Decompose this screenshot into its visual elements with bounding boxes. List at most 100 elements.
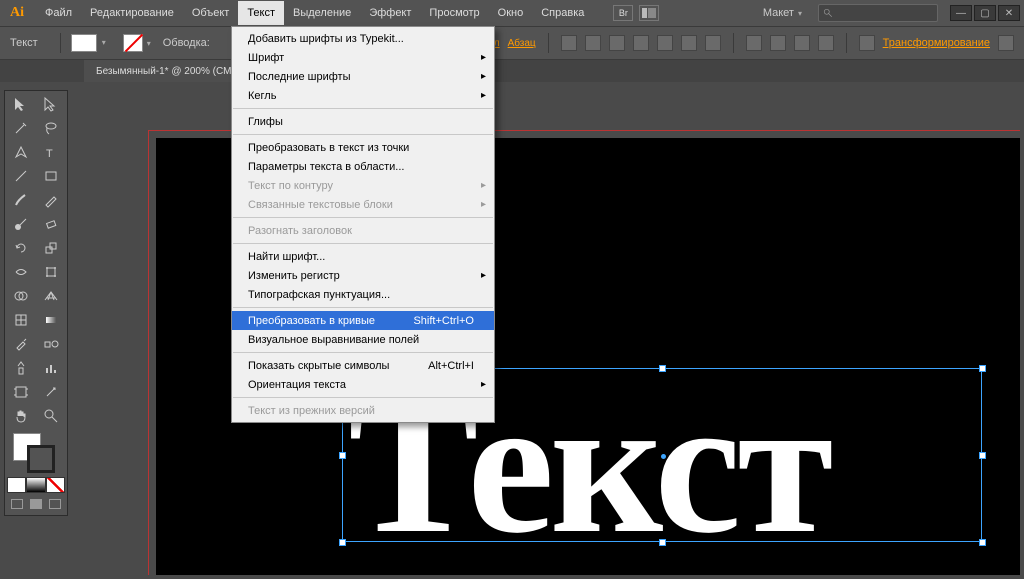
paintbrush-tool[interactable] xyxy=(7,189,35,211)
arrange-docs-icon[interactable] xyxy=(639,5,659,21)
menu-effect[interactable]: Эффект xyxy=(360,1,420,25)
zoom-tool[interactable] xyxy=(37,405,65,427)
full-screen-menu-mode[interactable] xyxy=(26,495,45,513)
selection-handle[interactable] xyxy=(979,365,986,372)
menu-item[interactable]: Ориентация текста xyxy=(232,375,494,394)
menu-item[interactable]: Типографская пунктуация... xyxy=(232,285,494,304)
menu-item[interactable]: Преобразовать в текст из точки xyxy=(232,138,494,157)
menu-window[interactable]: Окно xyxy=(489,1,533,25)
scale-tool[interactable] xyxy=(37,237,65,259)
tool-name-label: Текст xyxy=(10,37,38,49)
gradient-tool[interactable] xyxy=(37,309,65,331)
menu-item[interactable]: Кегль xyxy=(232,86,494,105)
shape-builder-tool[interactable] xyxy=(7,285,35,307)
align-left-icon[interactable] xyxy=(561,35,577,51)
selection-handle[interactable] xyxy=(659,365,666,372)
eraser-tool[interactable] xyxy=(37,213,65,235)
menu-item[interactable]: Изменить регистр xyxy=(232,266,494,285)
stroke-swatch-none[interactable] xyxy=(123,34,143,52)
full-screen-mode[interactable] xyxy=(46,495,65,513)
menu-file[interactable]: Файл xyxy=(36,1,81,25)
gradient-icon[interactable] xyxy=(26,477,45,493)
selection-handle[interactable] xyxy=(979,539,986,546)
blend-tool[interactable] xyxy=(37,333,65,355)
selection-tool[interactable] xyxy=(7,93,35,115)
menu-help[interactable]: Справка xyxy=(532,1,593,25)
hand-tool[interactable] xyxy=(7,405,35,427)
rotate-tool[interactable] xyxy=(7,237,35,259)
menu-item-label: Преобразовать в кривые xyxy=(248,315,375,327)
fill-stroke-control[interactable] xyxy=(7,429,65,475)
none-icon[interactable] xyxy=(46,477,65,493)
misc-icon-1[interactable] xyxy=(746,35,762,51)
menu-item-label: Кегль xyxy=(248,90,276,102)
align-right-icon[interactable] xyxy=(609,35,625,51)
justify-all-icon[interactable] xyxy=(705,35,721,51)
fill-swatch[interactable]: ▾ xyxy=(71,34,97,52)
window-close-button[interactable]: ✕ xyxy=(998,5,1020,21)
toolbox: T xyxy=(4,90,68,516)
selection-handle[interactable] xyxy=(979,452,986,459)
menu-item[interactable]: Шрифт xyxy=(232,48,494,67)
solid-color-icon[interactable] xyxy=(7,477,26,493)
justify-left-icon[interactable] xyxy=(633,35,649,51)
slice-tool[interactable] xyxy=(37,381,65,403)
stroke-color[interactable] xyxy=(27,445,55,473)
type-tool[interactable]: T xyxy=(37,141,65,163)
width-tool[interactable] xyxy=(7,261,35,283)
free-transform-tool[interactable] xyxy=(37,261,65,283)
menu-item[interactable]: Визуальное выравнивание полей xyxy=(232,330,494,349)
line-tool[interactable] xyxy=(7,165,35,187)
selection-handle[interactable] xyxy=(339,539,346,546)
mesh-tool[interactable] xyxy=(7,309,35,331)
direct-selection-tool[interactable] xyxy=(37,93,65,115)
window-minimize-button[interactable]: — xyxy=(950,5,972,21)
menu-item-label: Шрифт xyxy=(248,52,284,64)
justify-center-icon[interactable] xyxy=(657,35,673,51)
menu-separator xyxy=(233,307,493,308)
menu-item[interactable]: Глифы xyxy=(232,112,494,131)
align-panel-icon[interactable] xyxy=(859,35,875,51)
workspace-switcher[interactable]: Макет ▾ xyxy=(755,7,810,19)
perspective-grid-tool[interactable] xyxy=(37,285,65,307)
bridge-icon[interactable]: Br xyxy=(613,5,633,21)
menu-object[interactable]: Объект xyxy=(183,1,238,25)
menu-item-label: Показать скрытые символы xyxy=(248,360,389,372)
misc-icon-4[interactable] xyxy=(818,35,834,51)
menu-item[interactable]: Последние шрифты xyxy=(232,67,494,86)
misc-icon-3[interactable] xyxy=(794,35,810,51)
menu-select[interactable]: Выделение xyxy=(284,1,360,25)
align-center-icon[interactable] xyxy=(585,35,601,51)
menu-edit[interactable]: Редактирование xyxy=(81,1,183,25)
rectangle-tool[interactable] xyxy=(37,165,65,187)
selection-handle[interactable] xyxy=(659,539,666,546)
options-overflow-icon[interactable] xyxy=(998,35,1014,51)
menu-item[interactable]: Преобразовать в кривыеShift+Ctrl+O xyxy=(232,311,494,330)
justify-right-icon[interactable] xyxy=(681,35,697,51)
pen-tool[interactable] xyxy=(7,141,35,163)
menu-item[interactable]: Показать скрытые символыAlt+Ctrl+I xyxy=(232,356,494,375)
selection-handle[interactable] xyxy=(339,452,346,459)
menu-view[interactable]: Просмотр xyxy=(420,1,488,25)
symbol-sprayer-tool[interactable] xyxy=(7,357,35,379)
magic-wand-tool[interactable] xyxy=(7,117,35,139)
menu-item[interactable]: Найти шрифт... xyxy=(232,247,494,266)
menu-item[interactable]: Добавить шрифты из Typekit... xyxy=(232,29,494,48)
search-icon xyxy=(823,8,833,18)
paragraph-panel-link[interactable]: Абзац xyxy=(508,38,536,49)
menu-item[interactable]: Параметры текста в области... xyxy=(232,157,494,176)
transform-panel-link[interactable]: Трансформирование xyxy=(883,37,990,49)
artboard-tool[interactable] xyxy=(7,381,35,403)
normal-screen-mode[interactable] xyxy=(7,495,26,513)
pencil-tool[interactable] xyxy=(37,189,65,211)
eyedropper-tool[interactable] xyxy=(7,333,35,355)
menu-type[interactable]: Текст xyxy=(238,1,284,25)
column-graph-tool[interactable] xyxy=(37,357,65,379)
chevron-down-icon: ▾ xyxy=(102,38,106,47)
blob-brush-tool[interactable] xyxy=(7,213,35,235)
misc-icon-2[interactable] xyxy=(770,35,786,51)
search-input[interactable] xyxy=(818,4,938,22)
menu-item-label: Параметры текста в области... xyxy=(248,161,404,173)
window-maximize-button[interactable]: ▢ xyxy=(974,5,996,21)
lasso-tool[interactable] xyxy=(37,117,65,139)
